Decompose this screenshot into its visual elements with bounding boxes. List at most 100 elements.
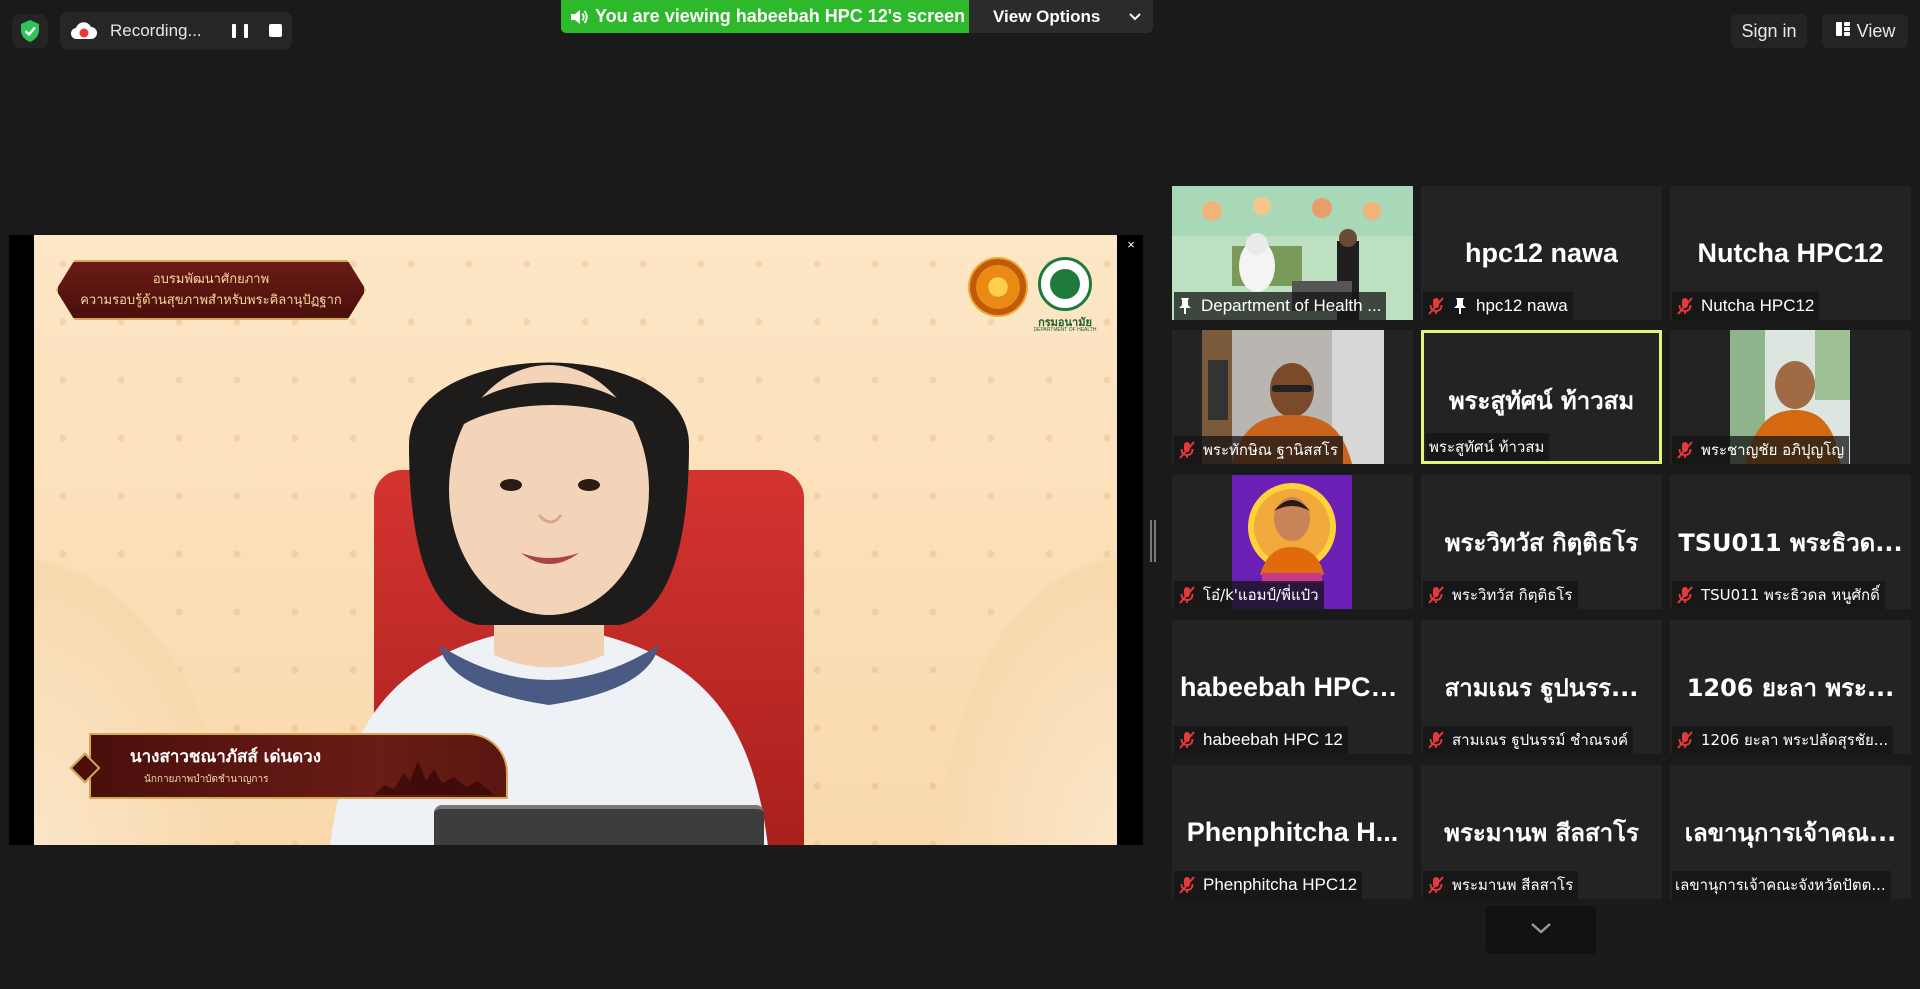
participant-display-name-text: พระวิทวัส กิตฺติธโร bbox=[1444, 528, 1639, 557]
shared-video-frame: อบรมพัฒนาศักยภาพ ความรอบรู้ด้านสุขภาพสำห… bbox=[34, 235, 1117, 845]
participant-display-name-text: พระสูทัศน์ ท้าวสม bbox=[1448, 386, 1635, 415]
participant-tile[interactable]: hpc12 nawa hpc12 nawa bbox=[1421, 186, 1662, 320]
participant-name-bar: พระชาญชัย อภิปุญโญ bbox=[1672, 436, 1850, 464]
muted-microphone-icon bbox=[1677, 586, 1693, 604]
participant-name-bar: พระมานพ สีลสาโร bbox=[1423, 871, 1579, 899]
participant-display-name-text: hpc12 nawa bbox=[1464, 237, 1619, 268]
chevron-down-icon bbox=[1128, 12, 1142, 22]
participant-name: สามเณร ฐูปนรรม์ ชำณรงค์ bbox=[1452, 731, 1629, 749]
muted-microphone-icon bbox=[1179, 586, 1195, 604]
close-icon[interactable]: × bbox=[1123, 237, 1139, 253]
sangha-logo-icon bbox=[968, 257, 1028, 317]
muted-microphone-icon bbox=[1179, 441, 1195, 459]
participant-display-name-text: Nutcha HPC12 bbox=[1697, 237, 1884, 268]
participant-tile[interactable]: Department of Health ... bbox=[1172, 186, 1413, 320]
participant-name: โอ๋/k'แอมป์/พี่แป๋ว bbox=[1203, 586, 1319, 604]
muted-microphone-icon bbox=[1428, 731, 1444, 749]
pause-recording-button[interactable] bbox=[232, 23, 248, 39]
temple-silhouette-icon bbox=[374, 761, 494, 795]
security-shield-icon[interactable] bbox=[12, 14, 48, 48]
participant-tile[interactable]: เลขานุการเจ้าคณ... เลขานุการเจ้าคณะจังหวั… bbox=[1670, 765, 1911, 899]
participant-name-bar: เลขานุการเจ้าคณะจังหวัดปัตต... bbox=[1672, 871, 1891, 899]
participant-tile[interactable]: พระสูทัศน์ ท้าวสม พระสูทัศน์ ท้าวสม bbox=[1421, 330, 1662, 464]
screen-share-banner: You are viewing habeebah HPC 12's screen bbox=[561, 0, 969, 33]
participant-display-name-text: พระมานพ สีลสาโร bbox=[1444, 818, 1639, 847]
participant-name-bar: พระทักษิณ ฐานิสสโร bbox=[1174, 436, 1343, 464]
pin-icon bbox=[1179, 298, 1191, 314]
participant-display-name-text: 1206 ยะลา พระ... bbox=[1686, 673, 1895, 702]
participant-tile[interactable]: habeebah HPC 12 habeebah HPC 12 bbox=[1172, 620, 1413, 754]
chevron-down-icon bbox=[1529, 921, 1553, 940]
participant-name-bar: hpc12 nawa bbox=[1423, 292, 1573, 320]
participant-name-bar: สามเณร ฐูปนรรม์ ชำณรงค์ bbox=[1423, 726, 1634, 754]
speaker-name: นางสาวชณาภัสส์ เด่นดวง bbox=[130, 747, 322, 767]
event-banner-line1: อบรมพัฒนาศักยภาพ bbox=[152, 272, 270, 287]
participant-name: hpc12 nawa bbox=[1476, 296, 1568, 315]
participant-name: Phenphitcha HPC12 bbox=[1203, 875, 1358, 894]
participant-tile[interactable]: Phenphitcha H... Phenphitcha HPC12 bbox=[1172, 765, 1413, 899]
shared-screen[interactable]: อบรมพัฒนาศักยภาพ ความรอบรู้ด้านสุขภาพสำห… bbox=[9, 235, 1143, 845]
muted-microphone-icon bbox=[1428, 297, 1444, 315]
muted-microphone-icon bbox=[1428, 876, 1444, 894]
muted-microphone-icon bbox=[1179, 876, 1195, 894]
department-logo-subtext: DEPARTMENT OF HEALTH bbox=[1033, 327, 1097, 333]
panel-resize-handle[interactable] bbox=[1150, 520, 1158, 562]
sign-in-label: Sign in bbox=[1741, 20, 1797, 41]
participant-name: พระทักษิณ ฐานิสสโร bbox=[1203, 441, 1338, 459]
participant-display-name-text: TSU011 พระธิวด... bbox=[1678, 528, 1903, 557]
participant-name-bar: Department of Health ... bbox=[1174, 292, 1387, 320]
participant-name: Nutcha HPC12 bbox=[1701, 296, 1815, 315]
muted-microphone-icon bbox=[1677, 731, 1693, 749]
participant-name-bar: Nutcha HPC12 bbox=[1672, 292, 1820, 320]
speaker-title: นักกายภาพบำบัดชำนาญการ bbox=[144, 774, 269, 785]
participant-tile[interactable]: สามเณร ฐูปนรร... สามเณร ฐูปนรรม์ ชำณรงค์ bbox=[1421, 620, 1662, 754]
recording-indicator: Recording... bbox=[60, 12, 292, 50]
participant-name: พระวิทวัส กิตฺติธโร bbox=[1452, 586, 1573, 604]
participant-tile[interactable]: พระวิทวัส กิตฺติธโร พระวิทวัส กิตฺติธโร bbox=[1421, 475, 1662, 609]
participant-name-bar: habeebah HPC 12 bbox=[1174, 726, 1348, 754]
muted-microphone-icon bbox=[1179, 731, 1195, 749]
pin-icon bbox=[1454, 298, 1466, 314]
department-of-health-logo-icon bbox=[1038, 257, 1092, 311]
screen-share-text: You are viewing habeebah HPC 12's screen bbox=[595, 6, 966, 26]
participant-name: พระมานพ สีลสาโร bbox=[1452, 876, 1574, 894]
participant-display-name-text: เลขานุการเจ้าคณ... bbox=[1684, 818, 1897, 847]
show-more-participants-button[interactable] bbox=[1486, 906, 1596, 954]
participant-display-name-text: Phenphitcha H... bbox=[1186, 816, 1399, 847]
participant-name: Department of Health ... bbox=[1201, 296, 1382, 315]
view-button[interactable]: View bbox=[1822, 14, 1908, 48]
participant-name: พระชาญชัย อภิปุญโญ bbox=[1701, 441, 1845, 459]
participant-name-bar: TSU011 พระธิวดล หนูศักดิ์ bbox=[1672, 581, 1885, 609]
tablet-device bbox=[434, 805, 764, 845]
participant-tile[interactable]: Nutcha HPC12 Nutcha HPC12 bbox=[1670, 186, 1911, 320]
participant-tile[interactable]: พระชาญชัย อภิปุญโญ bbox=[1670, 330, 1911, 464]
participant-name-bar: โอ๋/k'แอมป์/พี่แป๋ว bbox=[1174, 581, 1324, 609]
sign-in-button[interactable]: Sign in bbox=[1731, 14, 1807, 48]
muted-microphone-icon bbox=[1677, 441, 1693, 459]
participant-tile[interactable]: 1206 ยะลา พระ... 1206 ยะลา พระปลัดสุรชัย.… bbox=[1670, 620, 1911, 754]
participant-name: habeebah HPC 12 bbox=[1203, 730, 1343, 749]
participant-name: เลขานุการเจ้าคณะจังหวัดปัตต... bbox=[1675, 876, 1886, 894]
gallery-layout-icon bbox=[1835, 21, 1851, 42]
participant-display-name-text: habeebah HPC 12 bbox=[1180, 671, 1405, 702]
participant-tile[interactable]: พระทักษิณ ฐานิสสโร bbox=[1172, 330, 1413, 464]
speaker-icon bbox=[569, 8, 589, 26]
muted-microphone-icon bbox=[1428, 586, 1444, 604]
muted-microphone-icon bbox=[1677, 297, 1693, 315]
participant-tile[interactable]: TSU011 พระธิวด... TSU011 พระธิวดล หนูศักด… bbox=[1670, 475, 1911, 609]
view-options-label: View Options bbox=[993, 6, 1101, 26]
participant-name: TSU011 พระธิวดล หนูศักดิ์ bbox=[1701, 586, 1880, 604]
participant-name-bar: Phenphitcha HPC12 bbox=[1174, 871, 1363, 899]
participant-name: 1206 ยะลา พระปลัดสุรชัย... bbox=[1701, 731, 1889, 749]
participant-name: พระสูทัศน์ ท้าวสม bbox=[1429, 438, 1545, 456]
view-label: View bbox=[1856, 20, 1896, 41]
recording-label: Recording... bbox=[110, 21, 202, 40]
cloud-recording-icon bbox=[70, 20, 100, 42]
participant-name-bar: พระสูทัศน์ ท้าวสม bbox=[1426, 433, 1550, 461]
participant-name-bar: พระวิทวัส กิตฺติธโร bbox=[1423, 581, 1578, 609]
stop-recording-button[interactable] bbox=[269, 24, 282, 37]
view-options-button[interactable]: View Options bbox=[969, 0, 1153, 33]
participant-tile[interactable]: พระมานพ สีลสาโร พระมานพ สีลสาโร bbox=[1421, 765, 1662, 899]
participant-name-bar: 1206 ยะลา พระปลัดสุรชัย... bbox=[1672, 726, 1894, 754]
participant-tile[interactable]: โอ๋/k'แอมป์/พี่แป๋ว bbox=[1172, 475, 1413, 609]
